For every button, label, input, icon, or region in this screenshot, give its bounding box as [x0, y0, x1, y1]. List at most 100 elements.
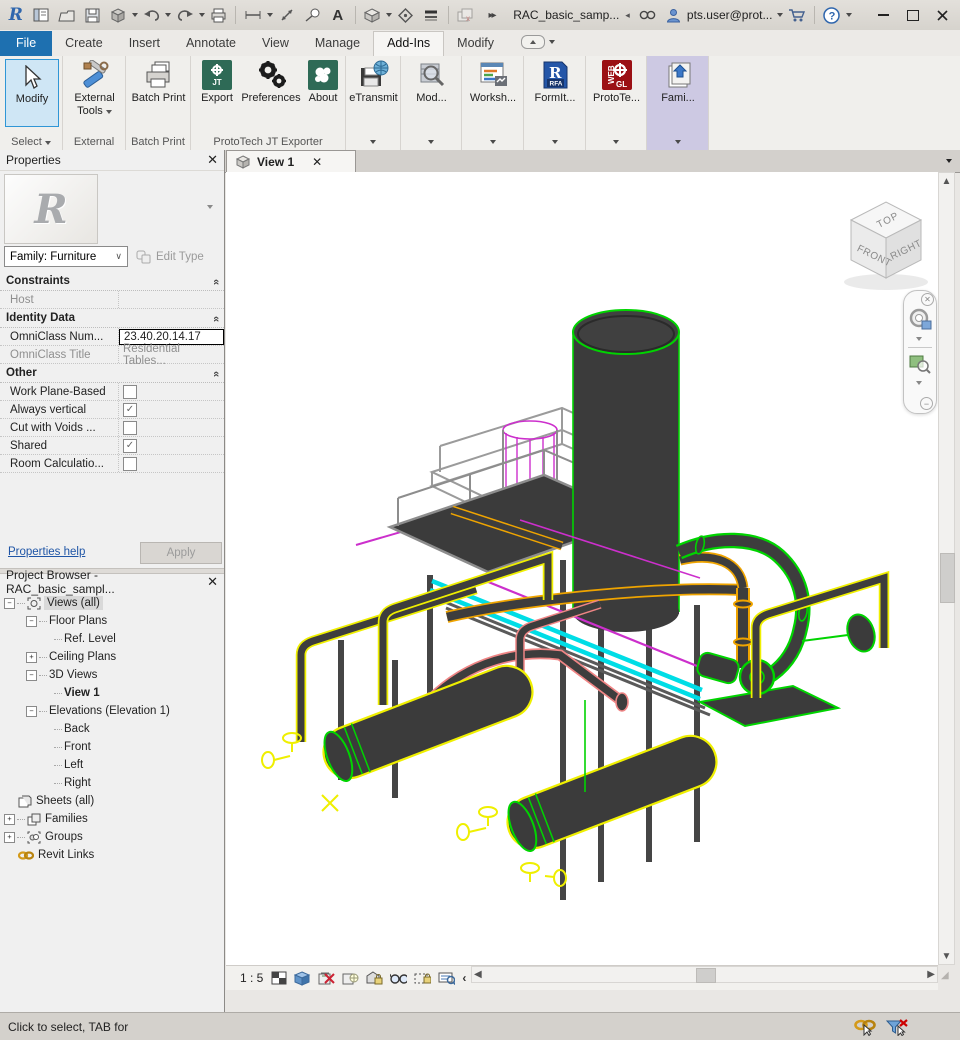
collapse-expander-icon[interactable]: −	[26, 706, 37, 717]
viewcube[interactable]: TOP FRONT RIGHT	[834, 186, 938, 296]
zoom-region-icon[interactable]	[909, 353, 931, 375]
collapse-expander-icon[interactable]: −	[26, 616, 37, 627]
tree-item-3d-views[interactable]: −3D Views	[4, 666, 224, 684]
selection-filter-icon[interactable]	[886, 1018, 908, 1036]
steering-wheel-icon[interactable]	[908, 307, 932, 331]
scale-button[interactable]: 1 : 5	[240, 971, 263, 985]
navbar-collapse-icon[interactable]: −	[920, 397, 933, 410]
tab-modify[interactable]: Modify	[444, 32, 507, 56]
etransmit-button[interactable]: eTransmit	[347, 60, 400, 105]
batch-print-button[interactable]: Batch Print	[128, 60, 189, 105]
minimize-button[interactable]	[870, 4, 897, 26]
thin-lines-icon[interactable]	[420, 3, 444, 27]
tree-item-groups[interactable]: + Groups	[4, 828, 224, 846]
tab-view[interactable]: View	[249, 32, 302, 56]
apply-button[interactable]: Apply	[140, 542, 222, 564]
external-tools-button[interactable]: ExternalTools	[66, 60, 123, 117]
vertical-scrollbar[interactable]: ▲ ▼	[938, 172, 955, 965]
about-button[interactable]: About	[303, 60, 343, 105]
tree-item-sheets[interactable]: Sheets (all)	[4, 792, 224, 810]
sync-icon[interactable]	[106, 3, 130, 27]
formit-dropdown-icon[interactable]	[552, 140, 558, 144]
tree-item-floor-plans[interactable]: −Floor Plans	[4, 612, 224, 630]
property-row-shared[interactable]: Shared✓	[0, 437, 224, 455]
tree-item-view-1[interactable]: View 1	[4, 684, 224, 702]
tab-insert[interactable]: Insert	[116, 32, 173, 56]
temporary-hide-isolate-icon[interactable]	[390, 970, 407, 987]
worksh-dropdown-icon[interactable]	[490, 140, 496, 144]
properties-close-icon[interactable]: ✕	[207, 152, 218, 168]
properties-help-link[interactable]: Properties help	[8, 546, 85, 558]
edit-type-button[interactable]: Edit Type	[132, 246, 222, 267]
horizontal-scrollbar[interactable]: ◀ ▶	[471, 966, 938, 983]
type-selector[interactable]: Family: Furniture∨	[4, 246, 128, 267]
property-row-room-calculation[interactable]: Room Calculatio...	[0, 455, 224, 473]
signed-in-user[interactable]: pts.user@prot...	[687, 8, 773, 22]
tree-item-right[interactable]: Right	[4, 774, 224, 792]
formit-button[interactable]: RRFA FormIt...	[526, 60, 584, 105]
tag-icon[interactable]	[300, 3, 324, 27]
lock-3d-view-icon[interactable]	[366, 970, 383, 987]
text-icon[interactable]: A	[326, 3, 350, 27]
section-icon[interactable]	[394, 3, 418, 27]
ribbon-collapse-dropdown-icon[interactable]	[549, 40, 555, 44]
measure-icon[interactable]	[241, 3, 265, 27]
section-other[interactable]: Other«	[0, 364, 224, 383]
close-button[interactable]	[928, 4, 955, 26]
view-tab-view1[interactable]: View 1 ✕	[226, 150, 356, 172]
tree-item-left[interactable]: Left	[4, 756, 224, 774]
scroll-right-icon[interactable]: ▶	[927, 967, 935, 982]
collapse-expander-icon[interactable]: −	[26, 670, 37, 681]
collapse-expander-icon[interactable]: −	[4, 598, 15, 609]
scroll-left-icon[interactable]: ◀	[474, 967, 482, 982]
select-links-icon[interactable]	[854, 1018, 876, 1036]
resize-grip[interactable]: ◢	[941, 970, 949, 981]
preview-dropdown-icon[interactable]	[207, 205, 213, 209]
expand-expander-icon[interactable]: +	[4, 832, 15, 843]
expand-expander-icon[interactable]: +	[26, 652, 37, 663]
property-row-work-plane-based[interactable]: Work Plane-Based	[0, 383, 224, 401]
ribbon-collapse-button[interactable]	[521, 35, 555, 49]
search-icon[interactable]	[636, 3, 660, 27]
user-dropdown-icon[interactable]	[777, 13, 783, 17]
property-row-cut-with-voids[interactable]: Cut with Voids ...	[0, 419, 224, 437]
preferences-button[interactable]: Preferences	[239, 60, 303, 105]
3d-view-dropdown-icon[interactable]	[386, 13, 392, 17]
etransmit-dropdown-icon[interactable]	[370, 140, 376, 144]
scroll-down-icon[interactable]: ▼	[939, 948, 954, 964]
sync-dropdown-icon[interactable]	[132, 13, 138, 17]
select-panel-label[interactable]: Select	[0, 136, 62, 148]
tree-item-revit-links[interactable]: Revit Links	[4, 846, 224, 864]
detail-level-icon[interactable]	[270, 970, 287, 987]
fami-dropdown-icon[interactable]	[675, 140, 681, 144]
maximize-button[interactable]	[899, 4, 926, 26]
fami-button[interactable]: Fami...	[649, 60, 707, 105]
view-tab-close-icon[interactable]: ✕	[312, 155, 322, 169]
tree-item-families[interactable]: + Families	[4, 810, 224, 828]
temporary-view-properties-icon[interactable]	[438, 970, 455, 987]
tab-add-ins[interactable]: Add-Ins	[373, 31, 444, 56]
ui-views-icon[interactable]	[30, 3, 54, 27]
tree-item-back[interactable]: Back	[4, 720, 224, 738]
redo-dropdown-icon[interactable]	[199, 13, 205, 17]
tree-item-ceiling-plans[interactable]: +Ceiling Plans	[4, 648, 224, 666]
vcb-collapse-icon[interactable]: ‹	[462, 971, 466, 985]
modify-button[interactable]: Modify	[5, 59, 59, 127]
tree-item-front[interactable]: Front	[4, 738, 224, 756]
sun-path-icon[interactable]	[318, 970, 335, 987]
default-3d-view-icon[interactable]	[361, 3, 385, 27]
navbar-close-icon[interactable]: ✕	[921, 293, 934, 306]
help-dropdown-icon[interactable]	[846, 13, 852, 17]
scroll-up-icon[interactable]: ▲	[939, 173, 954, 189]
qat-customize-icon[interactable]: ▸▸	[480, 3, 504, 27]
drawing-viewport[interactable]: TOP FRONT RIGHT ✕ −	[226, 172, 938, 965]
tab-annotate[interactable]: Annotate	[173, 32, 249, 56]
vertical-scroll-thumb[interactable]	[940, 553, 955, 603]
tab-list-dropdown-icon[interactable]	[946, 159, 952, 163]
protote-button[interactable]: WEBGL ProtoTe...	[588, 60, 645, 105]
tab-file[interactable]: File	[0, 31, 52, 56]
app-store-cart-icon[interactable]	[785, 3, 809, 27]
tree-item-elevations[interactable]: −Elevations (Elevation 1)	[4, 702, 224, 720]
print-icon[interactable]	[207, 3, 231, 27]
open-icon[interactable]	[55, 3, 79, 27]
